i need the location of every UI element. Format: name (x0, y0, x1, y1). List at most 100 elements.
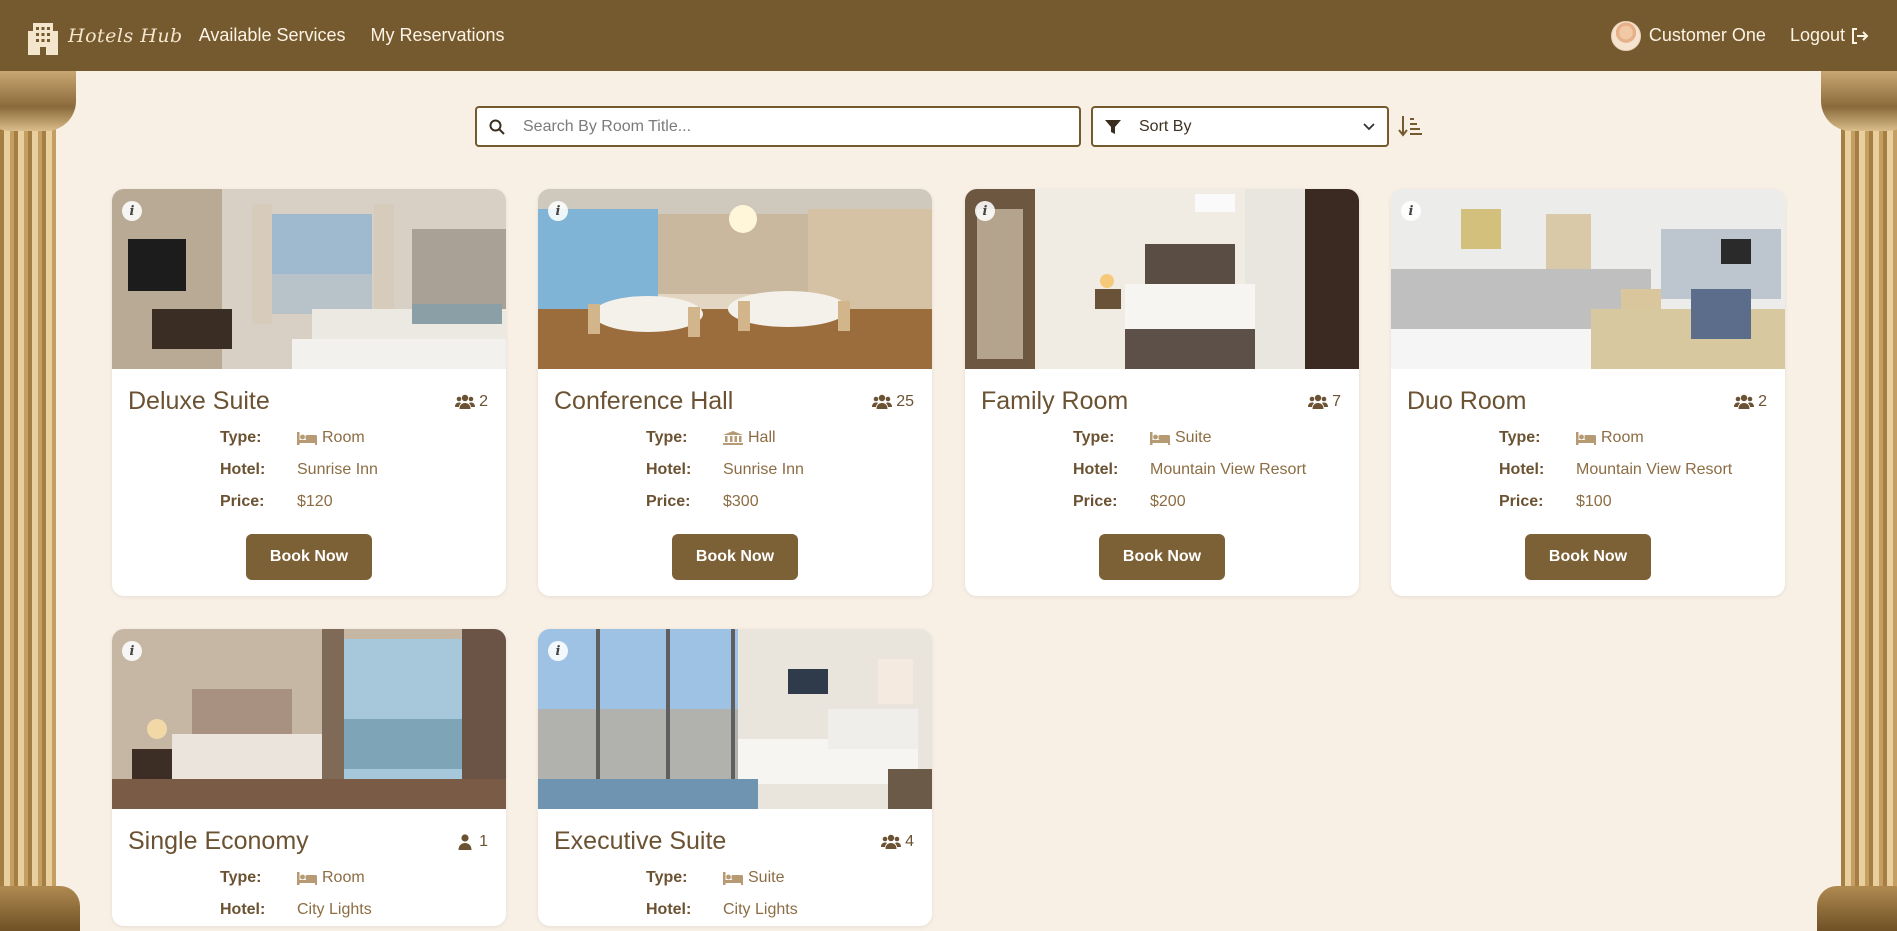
type-label: Type: (646, 429, 688, 446)
book-now-button[interactable]: Book Now (246, 534, 372, 580)
room-capacity: 1 (455, 833, 488, 851)
room-title: Conference Hall (554, 387, 734, 415)
price-value: $200 (1150, 493, 1186, 510)
type-row: Type: Suite (1073, 422, 1359, 454)
room-card: i Single Economy 1 Type: Room Hotel: Cit… (112, 629, 506, 926)
room-details: Type: Room Hotel: Mountain View Resort P… (1391, 416, 1785, 518)
hotel-row: Hotel: Mountain View Resort (1073, 454, 1359, 486)
bed-icon (297, 872, 317, 885)
info-icon[interactable]: i (122, 201, 142, 221)
room-photo: i (965, 189, 1359, 369)
price-row: Price: $200 (1073, 486, 1359, 518)
avatar (1610, 20, 1641, 51)
type-label: Type: (220, 869, 262, 886)
logout-button[interactable]: Logout (1790, 25, 1869, 46)
bed-icon (297, 432, 317, 445)
user-icon (458, 833, 472, 850)
price-label: Price: (646, 493, 691, 510)
price-value: $120 (297, 493, 333, 510)
price-value: $300 (723, 493, 759, 510)
room-details: Type: Room Hotel: Sunrise Inn Price: $12… (112, 416, 506, 518)
info-icon[interactable]: i (122, 641, 142, 661)
room-photo: i (538, 629, 932, 809)
logout-icon (1852, 27, 1869, 44)
type-label: Type: (1499, 429, 1541, 446)
book-now-button[interactable]: Book Now (672, 534, 798, 580)
sort-label: Sort By (1139, 117, 1192, 135)
room-photo: i (538, 189, 932, 369)
room-details: Type: Suite Hotel: City Lights (538, 856, 932, 926)
type-value: Suite (723, 869, 784, 887)
book-now-button[interactable]: Book Now (1525, 534, 1651, 580)
capacity-value: 2 (479, 392, 488, 410)
users-icon (1308, 394, 1329, 409)
info-icon[interactable]: i (548, 201, 568, 221)
type-row: Type: Room (220, 862, 506, 894)
info-icon[interactable]: i (548, 641, 568, 661)
hotel-label: Hotel: (646, 461, 692, 478)
room-capacity: 2 (1734, 393, 1767, 411)
price-label: Price: (1499, 493, 1544, 510)
type-value: Room (297, 869, 365, 887)
room-title: Family Room (981, 387, 1129, 415)
hotel-row: Hotel: Mountain View Resort (1499, 454, 1785, 486)
filter-icon (1105, 119, 1121, 134)
brand-name: Hotels Hub (68, 24, 183, 47)
type-value: Room (1576, 429, 1644, 447)
room-capacity: 25 (872, 393, 914, 411)
search-box (475, 106, 1081, 147)
room-card: i Duo Room 2 Type: Room Hotel: Mountain … (1391, 189, 1785, 596)
search-input[interactable] (505, 108, 1079, 145)
type-text: Suite (1175, 429, 1212, 446)
room-photo: i (112, 189, 506, 369)
logout-label: Logout (1789, 25, 1845, 45)
type-row: Type: Hall (646, 422, 932, 454)
hotel-value: Mountain View Resort (1150, 461, 1307, 478)
room-card: i Deluxe Suite 2 Type: Room Hotel: Sunri… (112, 189, 506, 596)
hotel-label: Hotel: (1073, 461, 1119, 478)
user-menu[interactable]: Customer One (1610, 20, 1766, 51)
type-value: Hall (723, 429, 776, 447)
search-icon (489, 119, 505, 135)
sort-order-icon[interactable] (1398, 115, 1422, 137)
hotel-label: Hotel: (646, 901, 692, 918)
room-title: Executive Suite (554, 827, 727, 855)
nav-my-reservations[interactable]: My Reservations (370, 25, 504, 46)
info-icon[interactable]: i (1401, 201, 1421, 221)
brand[interactable]: Hotels Hub (28, 17, 183, 55)
nav-available-services[interactable]: Available Services (199, 25, 346, 46)
room-details: Type: Suite Hotel: Mountain View Resort … (965, 416, 1359, 518)
hotel-value: City Lights (297, 901, 372, 918)
users-icon (872, 394, 893, 409)
hotel-value: Sunrise Inn (297, 461, 378, 478)
type-text: Room (322, 429, 365, 446)
users-icon (455, 394, 476, 409)
room-title: Single Economy (128, 827, 309, 855)
type-text: Room (1601, 429, 1644, 446)
building-columns-icon (723, 431, 743, 445)
users-icon (881, 834, 902, 849)
room-title: Duo Room (1407, 387, 1527, 415)
room-card-header: Executive Suite 4 (538, 809, 932, 856)
type-label: Type: (220, 429, 262, 446)
room-card-header: Conference Hall 25 (538, 369, 932, 416)
price-label: Price: (1073, 493, 1118, 510)
hotel-value: Mountain View Resort (1576, 461, 1733, 478)
room-card-header: Deluxe Suite 2 (112, 369, 506, 416)
room-photo: i (112, 629, 506, 809)
info-icon[interactable]: i (975, 201, 995, 221)
room-card-header: Duo Room 2 (1391, 369, 1785, 416)
type-value: Suite (1150, 429, 1211, 447)
room-card-header: Family Room 7 (965, 369, 1359, 416)
book-now-button[interactable]: Book Now (1099, 534, 1225, 580)
hotel-row: Hotel: Sunrise Inn (646, 454, 932, 486)
room-details: Type: Room Hotel: City Lights (112, 856, 506, 926)
type-row: Type: Room (220, 422, 506, 454)
room-card-header: Single Economy 1 (112, 809, 506, 856)
sort-select[interactable]: Sort By (1091, 106, 1389, 147)
type-label: Type: (1073, 429, 1115, 446)
hotel-building-icon (28, 22, 58, 55)
capacity-value: 25 (896, 392, 914, 410)
users-icon (1734, 394, 1755, 409)
hotel-label: Hotel: (220, 901, 266, 918)
